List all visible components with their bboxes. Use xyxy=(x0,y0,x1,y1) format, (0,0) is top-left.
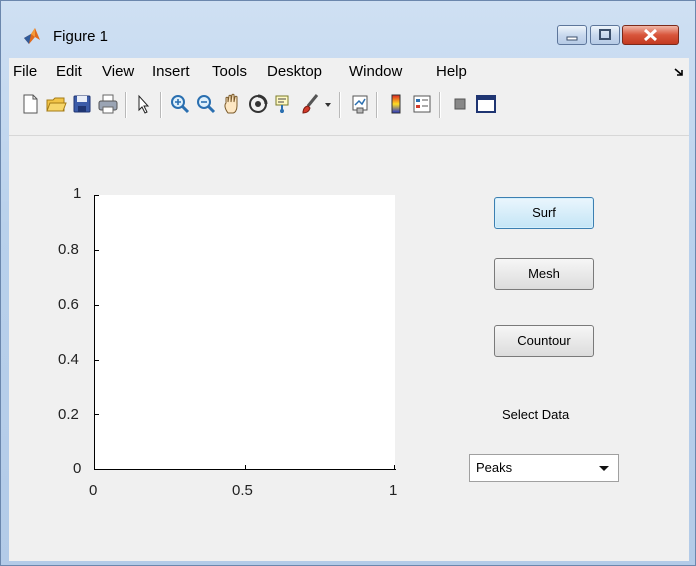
edit-plot-icon[interactable] xyxy=(133,93,155,115)
chevron-down-icon[interactable] xyxy=(324,102,332,108)
y-tick xyxy=(95,305,99,306)
select-value: Peaks xyxy=(476,460,513,475)
x-tick-label: 0.5 xyxy=(232,482,253,499)
x-tick xyxy=(394,465,395,469)
y-tick-label: 0.6 xyxy=(58,296,79,313)
contour-button[interactable]: Countour xyxy=(494,325,594,357)
menu-desktop[interactable]: Desktop xyxy=(267,63,322,80)
x-tick-label: 1 xyxy=(389,482,398,499)
y-tick xyxy=(95,250,99,251)
maximize-icon xyxy=(599,29,611,40)
y-tick-label: 0.2 xyxy=(58,406,79,423)
new-figure-icon[interactable] xyxy=(19,93,41,115)
rotate-3d-icon[interactable] xyxy=(247,93,269,115)
data-select-dropdown[interactable]: Peaks xyxy=(469,454,619,482)
y-tick xyxy=(95,195,99,196)
legend-icon[interactable] xyxy=(411,93,433,115)
toolbar-separator xyxy=(439,92,441,118)
menu-help[interactable]: Help xyxy=(436,63,467,80)
close-icon xyxy=(643,28,658,42)
menu-window[interactable]: Window xyxy=(349,63,402,80)
pan-icon[interactable] xyxy=(221,93,243,115)
zoom-out-icon[interactable] xyxy=(195,93,217,115)
save-figure-icon[interactable] xyxy=(71,93,93,115)
close-button[interactable] xyxy=(622,25,679,45)
hide-plot-tools-icon[interactable] xyxy=(449,93,471,115)
y-tick-label: 0 xyxy=(73,460,82,477)
menu-bar: File Edit View Insert Tools Desktop Wind… xyxy=(9,58,689,86)
y-tick-label: 0.8 xyxy=(58,241,79,258)
link-plot-icon[interactable] xyxy=(349,93,371,115)
x-tick-label: 0 xyxy=(89,482,98,499)
print-figure-icon[interactable] xyxy=(97,93,119,115)
menu-view[interactable]: View xyxy=(102,63,134,80)
show-plot-tools-icon[interactable] xyxy=(475,93,497,115)
menu-insert[interactable]: Insert xyxy=(152,63,190,80)
brush-icon[interactable] xyxy=(299,93,321,115)
toolbar-separator xyxy=(160,92,162,118)
y-tick xyxy=(95,414,99,415)
menu-tools[interactable]: Tools xyxy=(212,63,247,80)
y-tick-label: 1 xyxy=(73,185,82,202)
colorbar-icon[interactable] xyxy=(385,93,407,115)
maximize-button[interactable] xyxy=(590,25,620,45)
menu-edit[interactable]: Edit xyxy=(56,63,82,80)
select-data-label: Select Data xyxy=(502,407,570,422)
y-tick-label: 0.4 xyxy=(58,351,79,368)
toolbar-separator xyxy=(125,92,127,118)
toolbar-separator xyxy=(376,92,378,118)
y-axis-line xyxy=(94,195,95,470)
figure-window: Figure 1 File Edit View Insert Tools Des… xyxy=(0,0,696,566)
y-tick xyxy=(95,360,99,361)
x-tick xyxy=(245,465,246,469)
mesh-button[interactable]: Mesh xyxy=(494,258,594,290)
menu-file[interactable]: File xyxy=(13,63,37,80)
chevron-down-icon[interactable] xyxy=(594,458,614,478)
surf-button[interactable]: Surf xyxy=(494,197,594,229)
plot-area[interactable] xyxy=(95,195,395,469)
open-file-icon[interactable] xyxy=(45,93,67,115)
zoom-in-icon[interactable] xyxy=(169,93,191,115)
toolbar-separator xyxy=(339,92,341,118)
data-cursor-icon[interactable] xyxy=(273,93,295,115)
x-axis-line xyxy=(94,469,396,470)
window-title: Figure 1 xyxy=(53,28,109,45)
dock-arrow-icon[interactable] xyxy=(673,66,685,78)
matlab-logo-icon xyxy=(24,28,40,44)
minimize-button[interactable] xyxy=(557,25,587,45)
minimize-icon xyxy=(566,36,578,41)
title-bar[interactable]: Figure 1 xyxy=(1,1,695,53)
figure-toolbar xyxy=(9,86,689,136)
